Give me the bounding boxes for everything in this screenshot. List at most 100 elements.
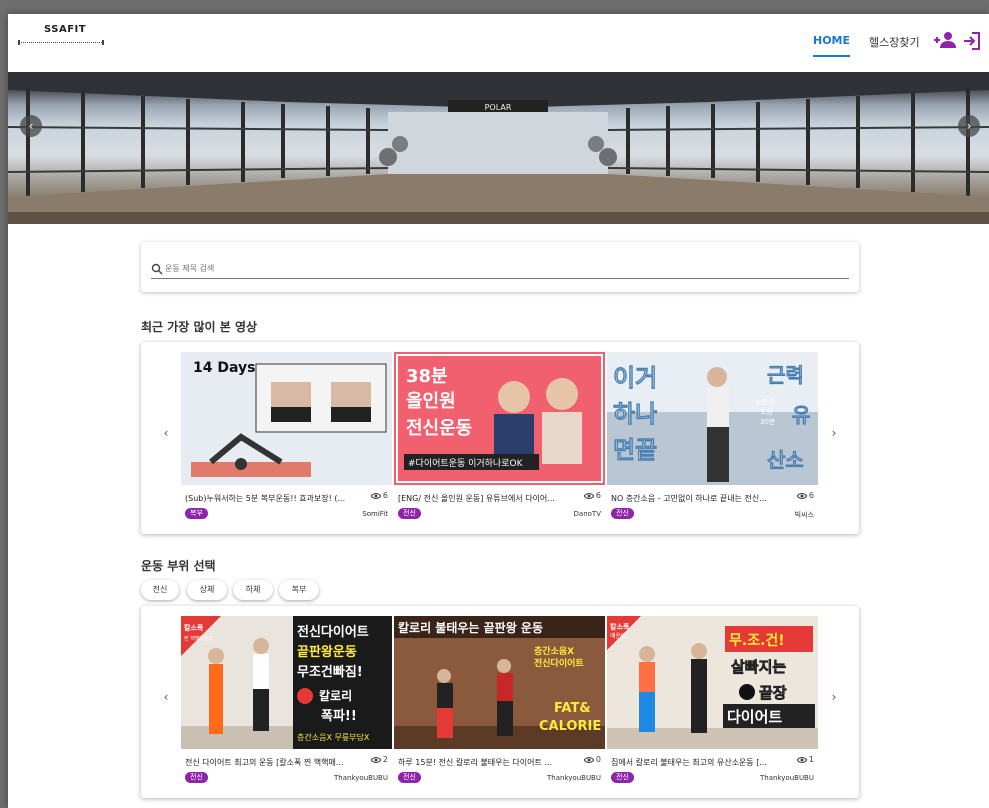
channel-name: SomiFit	[362, 510, 388, 518]
chip-upper-body[interactable]: 상체	[187, 580, 227, 600]
svg-text:소음: 소음	[760, 408, 773, 416]
login-icon[interactable]	[962, 31, 982, 51]
view-count: 2	[370, 755, 388, 764]
nav-gym-finder-link[interactable]: 헬스장찾기	[869, 34, 920, 50]
view-count: 6	[370, 491, 388, 500]
svg-text:CALORIE: CALORIE	[539, 719, 601, 734]
view-count-value: 6	[808, 491, 814, 500]
svg-text:하나: 하나	[613, 400, 657, 428]
svg-text:찐 핵핵매운맛: 찐 핵핵매운맛	[184, 635, 214, 642]
svg-text:칼로리 불태우는 끝판왕 운동: 칼로리 불태우는 끝판왕 운동	[398, 620, 543, 635]
part-prev-button[interactable]: ‹	[159, 690, 173, 704]
logo[interactable]: SSAFIT	[16, 24, 108, 50]
svg-text:38분: 38분	[406, 366, 448, 387]
video-card[interactable]: 14 Days (Sub)누워서하는 5분 복부운동!! 효과보장! (... …	[181, 352, 392, 522]
svg-text:노층간: 노층간	[755, 397, 775, 406]
app-window: SSAFIT HOME 헬스장찾기 POLAR ‹ › 운동 제목 검색 최근 …	[8, 14, 989, 808]
video-thumbnail[interactable]: 이거 하나 면끝 근력 유 산소 노층간 소음 30분	[607, 352, 818, 485]
view-count-value: 0	[595, 755, 601, 764]
video-thumbnail[interactable]: 무.조.건! 살빠지는 끝장 다이어트 칼소폭 매운맛	[607, 616, 818, 749]
view-count-value: 2	[382, 755, 388, 764]
part-next-button[interactable]: ›	[827, 690, 841, 704]
video-card[interactable]: 전신다이어트 끝판왕운동 무조건빠짐! 칼로리 폭파!! 층간소음X 무릎부담X…	[181, 616, 392, 786]
view-count-value: 6	[382, 491, 388, 500]
search-input[interactable]	[165, 258, 845, 278]
video-card[interactable]: 38분 올인원 전신운동 #다이어트운동 이거하나로OK [ENG/ 전신 올인…	[394, 352, 605, 522]
chip-whole-body[interactable]: 전신	[141, 580, 179, 600]
popular-prev-button[interactable]: ‹	[159, 426, 173, 440]
polar-sign: POLAR	[485, 103, 512, 112]
svg-text:매운맛: 매운맛	[610, 632, 627, 640]
popular-videos-carousel: ‹ › 14 Days (Sub)누워서하는 5분 복부운동!! 효과보장! (…	[141, 342, 859, 534]
part-videos-carousel: ‹ › 전신다이어트 끝판왕운동 무조건빠짐! 칼로리 폭파!! 층간소음X 무…	[141, 606, 859, 798]
svg-text:산소: 산소	[767, 448, 804, 472]
part-section-title: 운동 부위 선택	[141, 559, 216, 573]
video-title[interactable]: 집에서 칼로리 불태우는 최고의 유산소운동 [...	[611, 757, 791, 768]
logo-text: SSAFIT	[44, 24, 87, 35]
video-title[interactable]: (Sub)누워서하는 5분 복부운동!! 효과보장! (...	[185, 493, 365, 504]
video-thumbnail[interactable]: 전신다이어트 끝판왕운동 무조건빠짐! 칼로리 폭파!! 층간소음X 무릎부담X…	[181, 616, 392, 749]
eye-icon	[583, 492, 595, 499]
svg-text:FAT&: FAT&	[554, 701, 591, 716]
svg-text:전신운동: 전신운동	[406, 418, 472, 439]
banner-prev-button[interactable]: ‹	[20, 115, 42, 137]
search-icon	[151, 263, 163, 275]
hero-banner: POLAR ‹ ›	[8, 72, 989, 224]
svg-text:전신다이어트: 전신다이어트	[297, 624, 369, 640]
video-title[interactable]: [ENG/ 전신 올인원 운동] 유튜브에서 다이어...	[398, 493, 578, 504]
svg-text:끝판왕운동: 끝판왕운동	[297, 644, 357, 660]
svg-text:칼소폭: 칼소폭	[610, 622, 630, 631]
channel-name: ThankyouBUBU	[760, 774, 814, 782]
svg-text:#다이어트운동 이거하나로OK: #다이어트운동 이거하나로OK	[408, 458, 524, 469]
search-underline	[151, 278, 849, 279]
view-count-value: 1	[808, 755, 814, 764]
view-count-value: 6	[595, 491, 601, 500]
view-count: 6	[796, 491, 814, 500]
video-title[interactable]: 하루 15분! 전신 칼로리 불태우는 다이어트 ...	[398, 757, 578, 768]
add-user-icon[interactable]	[934, 31, 956, 49]
svg-text:층간소음X: 층간소음X	[534, 645, 574, 657]
channel-name: ThankyouBUBU	[547, 774, 601, 782]
svg-text:끝장: 끝장	[759, 684, 787, 702]
view-count: 1	[796, 755, 814, 764]
video-card[interactable]: 이거 하나 면끝 근력 유 산소 노층간 소음 30분 NO 층간소음 - 고민…	[607, 352, 818, 522]
svg-text:칼소폭: 칼소폭	[184, 623, 204, 632]
video-title[interactable]: 전신 다이어트 최고의 운동 [칼소폭 찐 핵핵매...	[185, 757, 365, 768]
eye-icon	[796, 492, 808, 499]
eye-icon	[370, 492, 382, 499]
view-count: 6	[583, 491, 601, 500]
video-thumbnail[interactable]: 칼로리 불태우는 끝판왕 운동 층간소음X 전신다이어트 FAT& CALORI…	[394, 616, 605, 749]
category-badge: 전신	[611, 508, 634, 519]
popular-next-button[interactable]: ›	[827, 426, 841, 440]
view-count: 0	[583, 755, 601, 764]
thumb-text: 14 Days	[193, 360, 255, 376]
category-badge: 전신	[398, 508, 421, 519]
channel-name: 빅씨스	[794, 511, 814, 519]
channel-name: ThankyouBUBU	[334, 774, 388, 782]
channel-name: DanoTV	[573, 510, 601, 518]
svg-text:올인원: 올인원	[406, 391, 456, 412]
category-badge: 전신	[185, 772, 208, 783]
video-thumbnail[interactable]: 14 Days	[181, 352, 392, 485]
banner-next-button[interactable]: ›	[958, 115, 980, 137]
video-thumbnail[interactable]: 38분 올인원 전신운동 #다이어트운동 이거하나로OK	[394, 352, 605, 485]
svg-text:살빠지는: 살빠지는	[731, 658, 786, 676]
svg-text:폭파!!: 폭파!!	[321, 709, 357, 724]
video-card[interactable]: 칼로리 불태우는 끝판왕 운동 층간소음X 전신다이어트 FAT& CALORI…	[394, 616, 605, 786]
eye-icon	[583, 756, 595, 763]
logo-underline	[18, 40, 104, 45]
svg-text:이거: 이거	[613, 364, 657, 392]
svg-text:다이어트: 다이어트	[727, 708, 782, 726]
search-card	[141, 242, 859, 292]
svg-text:30분: 30분	[760, 418, 776, 426]
svg-text:무.조.건!: 무.조.건!	[729, 632, 785, 649]
popular-section-title: 최근 가장 많이 본 영상	[141, 320, 258, 334]
nav-home-tab[interactable]: HOME	[813, 34, 851, 57]
video-title[interactable]: NO 층간소음 - 고민없이 하나로 끝내는 전신...	[611, 493, 791, 504]
svg-text:전신다이어트: 전신다이어트	[534, 657, 584, 669]
svg-text:근력: 근력	[767, 363, 804, 387]
category-badge: 전신	[611, 772, 634, 783]
video-card[interactable]: 무.조.건! 살빠지는 끝장 다이어트 칼소폭 매운맛 집에서 칼로리 불태우는…	[607, 616, 818, 786]
chip-abs[interactable]: 복부	[279, 580, 319, 600]
chip-lower-body[interactable]: 하체	[233, 580, 273, 600]
